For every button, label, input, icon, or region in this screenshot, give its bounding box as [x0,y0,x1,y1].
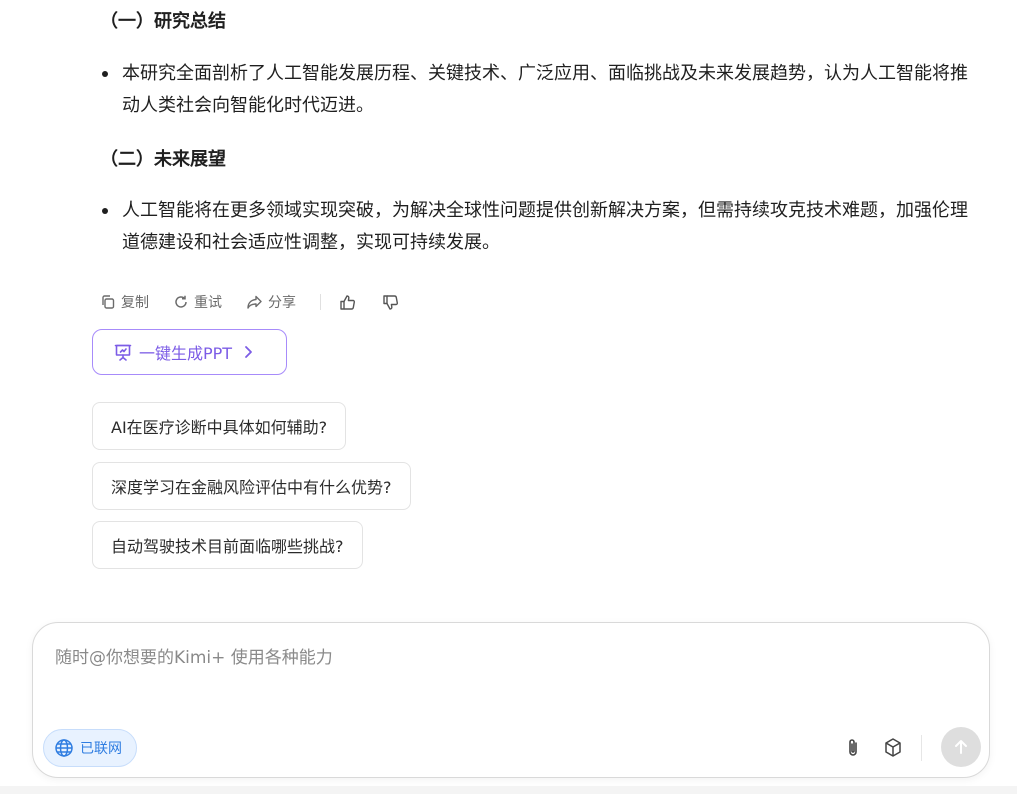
suggestion-chip[interactable]: 自动驾驶技术目前面临哪些挑战? [92,521,363,569]
globe-icon [55,739,73,757]
section-title-outlook: （二）未来展望 [100,149,226,170]
summary-text: 本研究全面剖析了人工智能发展历程、关键技术、广泛应用、面临挑战及未来发展趋势，认… [122,63,968,116]
generate-ppt-button[interactable]: 一键生成PPT [92,329,287,375]
copy-icon [102,295,115,309]
chat-input[interactable] [53,637,957,679]
thumbs-down-button[interactable] [382,294,399,311]
copy-button[interactable]: 复制 [100,292,149,312]
summary-bullet: 本研究全面剖析了人工智能发展历程、关键技术、广泛应用、面临挑战及未来发展趋势，认… [100,58,970,122]
composer-divider [921,735,922,761]
thumbs-up-icon [340,294,355,310]
retry-button[interactable]: 重试 [173,292,222,312]
share-icon [247,295,262,309]
message-actions: 复制 重试 分享 [100,290,425,314]
ppt-button-label: 一键生成PPT [139,344,233,363]
outlook-bullet: 人工智能将在更多领域实现突破，为解决全球性问题提供创新解决方案，但需持续攻克技术… [100,195,970,259]
online-label: 已联网 [80,741,122,757]
send-button[interactable] [941,727,981,767]
suggestion-chip[interactable]: 深度学习在金融风险评估中有什么优势? [92,462,411,510]
copy-label: 复制 [121,295,149,311]
online-search-toggle[interactable]: 已联网 [43,729,137,767]
share-label: 分享 [268,295,296,311]
page-bottom-edge [0,786,1017,794]
presentation-icon [113,342,133,362]
composer: 已联网 [32,622,990,778]
bullet-dot [102,208,108,214]
send-arrow-icon [955,740,967,754]
cube-icon[interactable] [883,737,903,759]
suggestion-chip[interactable]: AI在医疗诊断中具体如何辅助? [92,402,347,450]
actions-divider [320,294,321,310]
bullet-dot [102,71,108,77]
thumbs-down-icon [383,294,398,310]
retry-label: 重试 [194,295,222,311]
outlook-text: 人工智能将在更多领域实现突破，为解决全球性问题提供创新解决方案，但需持续攻克技术… [122,200,968,253]
chevron-right-icon [242,345,254,359]
share-button[interactable]: 分享 [246,292,296,312]
refresh-icon [175,295,187,308]
thumbs-up-button[interactable] [339,294,356,311]
section-title-summary: （一）研究总结 [100,11,226,32]
paperclip-icon[interactable] [843,737,863,759]
